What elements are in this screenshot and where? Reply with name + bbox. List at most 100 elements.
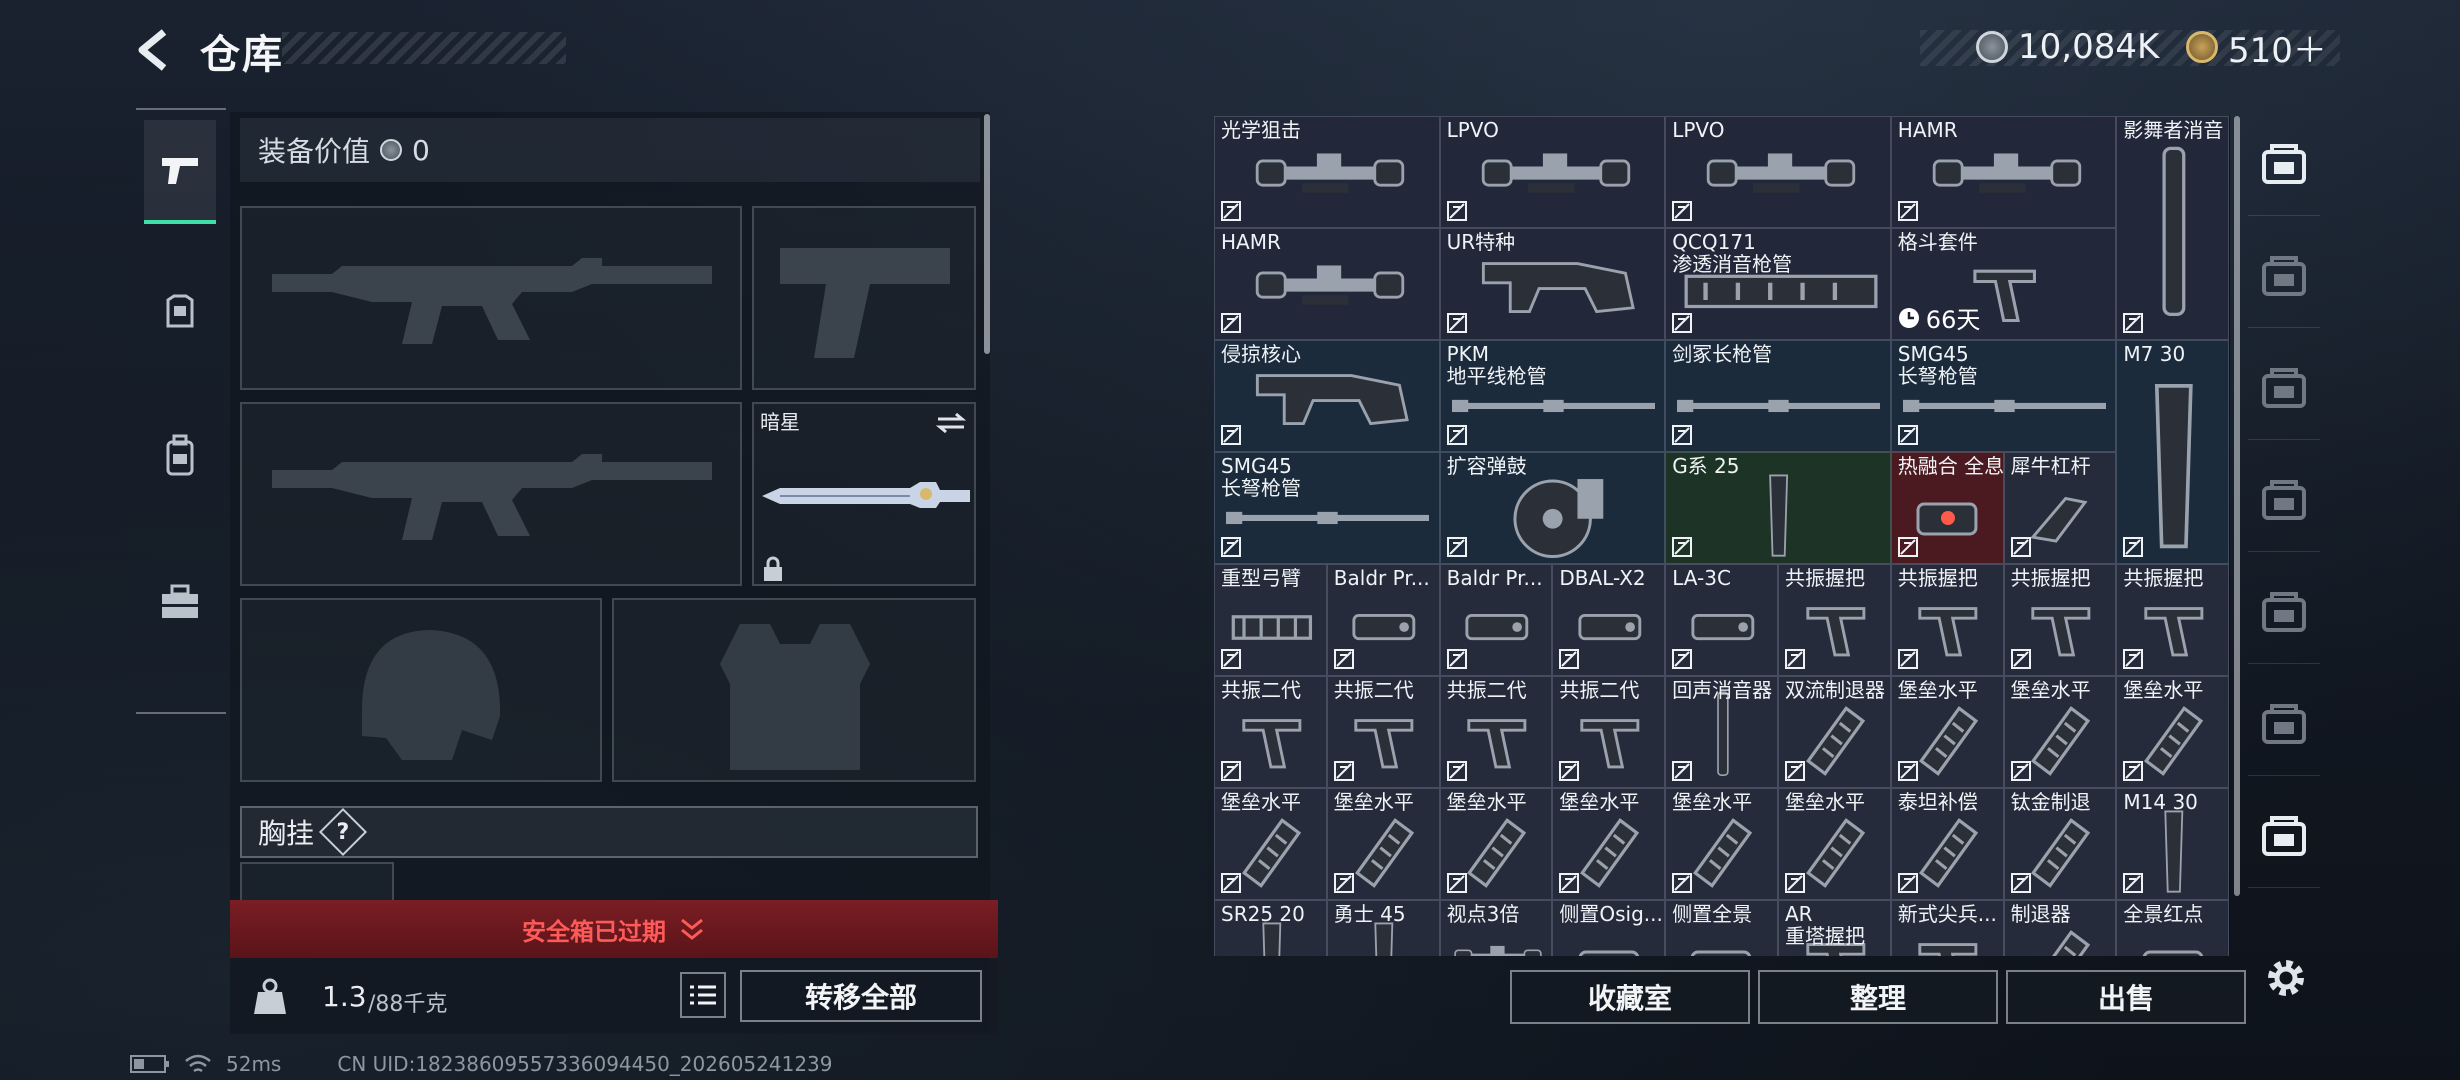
grid-item[interactable]: 堡垒水平 xyxy=(1552,788,1666,900)
item-name: SMG45 长弩枪管 xyxy=(1221,455,1301,499)
v-case-icon xyxy=(2262,367,2306,408)
sell-button[interactable]: 出售 xyxy=(2006,970,2246,1024)
grid-item[interactable]: LPVO xyxy=(1439,116,1666,228)
grid-item[interactable]: 剑冢长枪管 xyxy=(1665,340,1891,452)
primary-weapon-slot[interactable] xyxy=(240,206,742,390)
grid-item[interactable]: 堡垒水平 xyxy=(1326,788,1440,900)
grid-item[interactable]: 共振握把 xyxy=(2116,564,2230,676)
grid-item[interactable]: 制退器 xyxy=(2003,900,2117,956)
transfer-all-button[interactable]: 转移全部 xyxy=(740,970,982,1022)
grid-item[interactable]: QCQ171 渗透消音枪管 xyxy=(1665,228,1891,340)
helmet-slot[interactable] xyxy=(240,598,602,782)
grid-item[interactable]: 回声消音器 xyxy=(1665,676,1778,788)
grid-item[interactable]: PKM 地平线枪管 xyxy=(1439,340,1666,452)
timer-text: 66天 xyxy=(1925,306,1981,334)
muzzle-icon xyxy=(1354,817,1414,888)
grid-item[interactable]: 堡垒水平 xyxy=(1214,788,1327,900)
warehouse-scrollbar[interactable] xyxy=(2234,116,2240,896)
sidearm-slot[interactable] xyxy=(752,206,976,390)
grid-item[interactable]: 共振二代 xyxy=(1326,676,1440,788)
collection-room-button[interactable]: 收藏室 xyxy=(1510,970,1750,1024)
no-trade-icon xyxy=(2123,761,2144,781)
grid-item[interactable]: G系 25 xyxy=(1665,452,1891,564)
grid-item[interactable]: LA-3C xyxy=(1665,564,1778,676)
no-trade-icon xyxy=(1672,201,1693,221)
grid-item[interactable]: 视点3倍 xyxy=(1439,900,1553,956)
grid-item[interactable]: 共振二代 xyxy=(1552,676,1666,788)
grid-item[interactable]: 共振二代 xyxy=(1439,676,1553,788)
grid-item[interactable]: 全景红点 xyxy=(2116,900,2230,956)
chest-rig-slot[interactable] xyxy=(240,862,394,902)
grid-item[interactable]: SMG45 长弩枪管 xyxy=(1214,452,1440,564)
grid-item[interactable]: 堡垒水平 xyxy=(2003,676,2117,788)
grid-item[interactable]: M7 30 xyxy=(2116,340,2230,564)
body-armor-slot[interactable] xyxy=(612,598,976,782)
help-icon[interactable]: ? xyxy=(318,807,368,857)
grid-item[interactable]: M14 30 xyxy=(2116,788,2230,900)
grid-item[interactable]: HAMR xyxy=(1890,116,2117,228)
currency-gold[interactable]: 510＋ xyxy=(2186,24,2327,71)
item-name: 侧置Osig... xyxy=(1559,903,1663,925)
tab-backpack[interactable] xyxy=(144,404,216,508)
grid-item[interactable]: SMG45 长弩枪管 xyxy=(1890,340,2117,452)
tab-toolbox[interactable] xyxy=(144,550,216,654)
grid-item[interactable]: 共振握把 xyxy=(1890,564,2004,676)
no-trade-icon xyxy=(1785,873,1805,893)
grid-item[interactable]: 侧置全景 xyxy=(1665,900,1778,956)
swap-icon[interactable] xyxy=(936,412,966,434)
item-name-line1: LPVO xyxy=(1672,118,1725,142)
grid-item[interactable]: AR 重塔握把 xyxy=(1778,900,1891,956)
grid-item[interactable]: 堡垒水平 xyxy=(1778,788,1891,900)
storage-tab[interactable] xyxy=(2248,116,2320,216)
no-trade-icon xyxy=(1897,761,1918,781)
grid-item[interactable]: 重型弓臂 xyxy=(1214,564,1327,676)
settings-button[interactable] xyxy=(2262,954,2310,1002)
organize-button[interactable]: 整理 xyxy=(1758,970,1998,1024)
grid-item[interactable]: SR25 20 xyxy=(1214,900,1327,956)
grid-item[interactable]: 双流制退器 xyxy=(1778,676,1891,788)
storage-tab[interactable] xyxy=(2248,452,2320,552)
grid-item[interactable]: 影舞者消音 xyxy=(2116,116,2230,340)
grid-item[interactable]: 堡垒水平 xyxy=(2116,676,2230,788)
grid-item[interactable]: 泰坦补偿 xyxy=(1890,788,2004,900)
grid-item[interactable]: 格斗套件 66天 xyxy=(1890,228,2117,340)
grid-item[interactable]: Baldr Pr... xyxy=(1439,564,1553,676)
grid-item[interactable]: 共振二代 xyxy=(1214,676,1327,788)
storage-tab[interactable] xyxy=(2248,788,2320,888)
storage-tab[interactable] xyxy=(2248,676,2320,776)
item-name-line1: SR25 20 xyxy=(1221,902,1305,926)
grid-item[interactable]: 新式尖兵... xyxy=(1890,900,2004,956)
grid-item[interactable]: 光学狙击 xyxy=(1214,116,1440,228)
loadout-scrollbar[interactable] xyxy=(984,114,990,354)
list-view-button[interactable] xyxy=(680,972,726,1018)
grid-item[interactable]: Baldr Pr... xyxy=(1326,564,1440,676)
storage-tab[interactable] xyxy=(2248,564,2320,664)
weight-current: 1.3 xyxy=(322,980,367,1013)
grid-item[interactable]: DBAL-X2 xyxy=(1552,564,1666,676)
grid-item[interactable]: 侵掠核心 xyxy=(1214,340,1440,452)
back-button[interactable] xyxy=(130,26,178,74)
grid-item[interactable]: 堡垒水平 xyxy=(1439,788,1553,900)
grid-item[interactable]: 钛金制退 xyxy=(2003,788,2117,900)
grid-item[interactable]: UR特种 xyxy=(1439,228,1666,340)
tab-weapons[interactable] xyxy=(144,120,216,224)
storage-tab[interactable] xyxy=(2248,228,2320,328)
grid-item[interactable]: LPVO xyxy=(1665,116,1891,228)
grid-item[interactable]: 犀牛杠杆 xyxy=(2003,452,2117,564)
grid-item[interactable]: 堡垒水平 xyxy=(1890,676,2004,788)
grid-item[interactable]: 堡垒水平 xyxy=(1665,788,1778,900)
secondary-weapon-slot[interactable] xyxy=(240,402,742,586)
grid-item[interactable]: 扩容弹鼓 xyxy=(1439,452,1666,564)
item-name: Baldr Pr... xyxy=(1447,567,1543,589)
storage-tab[interactable] xyxy=(2248,340,2320,440)
grid-item[interactable]: HAMR xyxy=(1214,228,1440,340)
item-name: 剑冢长枪管 xyxy=(1672,343,1772,365)
tab-armor[interactable] xyxy=(144,260,216,364)
safe-box-expired-banner[interactable]: 安全箱已过期 xyxy=(230,900,998,958)
grid-item[interactable]: 共振握把 xyxy=(2003,564,2117,676)
grid-item[interactable]: 勇士 45 xyxy=(1326,900,1440,956)
grid-item[interactable]: 共振握把 xyxy=(1778,564,1891,676)
grid-item[interactable]: 热融合 全息 xyxy=(1890,452,2004,564)
melee-slot[interactable]: 暗星 xyxy=(752,402,976,586)
grid-item[interactable]: 侧置Osig... xyxy=(1552,900,1666,956)
